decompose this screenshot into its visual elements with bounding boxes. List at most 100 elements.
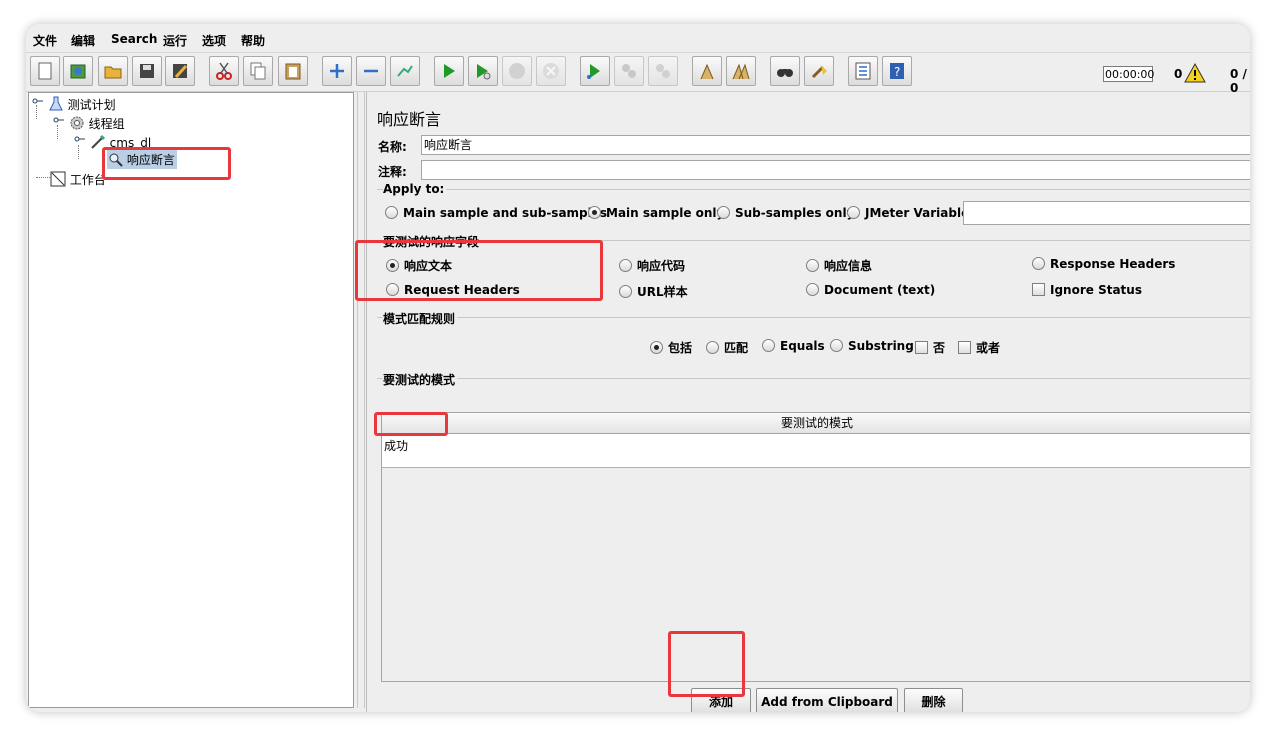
thread-ratio: 0 / 0 [1230,67,1247,95]
menu-options[interactable]: 选项 [202,32,226,49]
tree-node-workbench[interactable]: 工作台 [50,171,106,188]
table-row[interactable]: 成功 [382,434,1250,468]
radio-contains[interactable]: 包括 [650,339,692,356]
comment-label: 注释: [378,165,407,179]
tree-node-thread-group[interactable]: 线程组 [53,115,125,132]
radio-dot-icon [650,341,663,354]
add-from-clipboard-button[interactable]: Add from Clipboard [756,688,898,712]
menu-edit[interactable]: 编辑 [71,32,95,49]
clear-icon[interactable] [692,56,722,86]
tree-toggle-icon[interactable] [53,116,65,128]
gear-icon [70,116,84,130]
delete-button[interactable]: 删除 [904,688,963,712]
start-icon[interactable] [434,56,464,86]
radio-sub-only[interactable]: Sub-samples only [717,206,854,220]
radio-request-headers[interactable]: Request Headers [386,283,520,297]
menu-search[interactable]: Search [111,32,157,46]
radio-substring[interactable]: Substring [830,339,914,353]
tree-node-sampler[interactable]: cms_dl [74,134,151,150]
radio-main-and-sub[interactable]: Main sample and sub-samples [385,206,607,220]
remote-stop-icon[interactable] [614,56,644,86]
radio-equals[interactable]: Equals [762,339,825,353]
patterns-table: 要测试的模式 成功 [381,412,1250,682]
radio-url-sample[interactable]: URL样本 [619,283,688,300]
radio-dot-icon [830,339,843,352]
elapsed-timer: 00:00:00 [1103,66,1155,82]
tree-toggle-icon[interactable] [74,135,86,147]
start-no-pause-icon[interactable] [468,56,498,86]
radio-dot-icon [386,259,399,272]
radio-dot-icon [717,206,730,219]
flask-icon [49,96,63,111]
save-icon[interactable] [132,56,162,86]
toggle-icon[interactable] [390,56,420,86]
radio-response-code[interactable]: 响应代码 [619,257,685,274]
new-icon[interactable] [30,56,60,86]
remote-shutdown-icon[interactable] [648,56,678,86]
add-button[interactable]: 添加 [691,688,751,712]
reset-search-icon[interactable] [804,56,834,86]
radio-dot-icon [588,206,601,219]
save-as-icon[interactable] [165,56,195,86]
name-label: 名称: [378,140,407,154]
pipette-icon [91,134,105,149]
name-field[interactable]: 响应断言 [421,135,1250,155]
radio-matches[interactable]: 匹配 [706,339,748,356]
open-icon[interactable] [98,56,128,86]
function-helper-icon[interactable] [848,56,878,86]
patterns-group [377,378,1250,379]
radio-dot-icon [806,259,819,272]
menu-help[interactable]: 帮助 [241,32,265,49]
radio-response-text[interactable]: 响应文本 [386,257,452,274]
radio-response-message[interactable]: 响应信息 [806,257,872,274]
help-icon[interactable]: ? [882,56,912,86]
remote-start-icon[interactable] [580,56,610,86]
clear-all-icon[interactable] [726,56,756,86]
copy-icon[interactable] [243,56,273,86]
radio-dot-icon [847,206,860,219]
magnifier-icon [109,153,123,167]
or-checkbox[interactable]: 或者 [958,339,1000,356]
search-icon[interactable] [770,56,800,86]
apply-to-group [377,189,1250,190]
radio-dot-icon [1032,257,1045,270]
templates-icon[interactable] [63,56,93,86]
jmeter-window: 文件 编辑 Search 运行 选项 帮助 ? 00:00:00 0 0 / 0… [26,24,1250,712]
jmeter-variable-input[interactable] [963,201,1250,225]
checkbox-icon [1032,283,1045,296]
ignore-status-checkbox[interactable]: Ignore Status [1032,283,1142,297]
tree-toggle-icon[interactable] [32,97,44,109]
radio-main-only[interactable]: Main sample only [588,206,724,220]
error-count: 0 [1174,67,1183,81]
collapse-icon[interactable] [356,56,386,86]
radio-dot-icon [619,285,632,298]
radio-document-text[interactable]: Document (text) [806,283,935,297]
not-checkbox[interactable]: 否 [915,339,945,356]
pane-splitter[interactable] [357,92,365,708]
shutdown-icon[interactable] [536,56,566,86]
radio-dot-icon [706,341,719,354]
comment-field[interactable] [421,160,1250,180]
stop-icon[interactable] [502,56,532,86]
response-assertion-panel: 响应断言 名称: 响应断言 注释: Apply to: Main sample … [366,92,1250,712]
toolbar: ? 00:00:00 0 0 / 0 [26,52,1250,95]
matching-rules-title: 模式匹配规则 [383,310,458,327]
menu-run[interactable]: 运行 [163,32,187,49]
tree-node-assertion[interactable]: 响应断言 [107,150,177,169]
test-plan-tree: 测试计划 线程组 cms_dl 响应断言 工作台 [28,92,354,708]
warning-icon [1184,63,1206,83]
cut-icon[interactable] [209,56,239,86]
menu-file[interactable]: 文件 [33,32,57,49]
apply-to-title: Apply to: [383,182,447,196]
paste-icon[interactable] [278,56,308,86]
radio-dot-icon [619,259,632,272]
radio-jmeter-variable[interactable]: JMeter Variable [847,206,969,220]
page-title: 响应断言 [377,110,442,129]
checkbox-icon [958,341,971,354]
table-header: 要测试的模式 [382,413,1250,434]
expand-icon[interactable] [322,56,352,86]
menu-bar: 文件 编辑 Search 运行 选项 帮助 [26,24,1250,52]
tree-node-test-plan[interactable]: 测试计划 [32,96,116,113]
patterns-title: 要测试的模式 [383,371,458,388]
radio-response-headers[interactable]: Response Headers [1032,257,1175,271]
